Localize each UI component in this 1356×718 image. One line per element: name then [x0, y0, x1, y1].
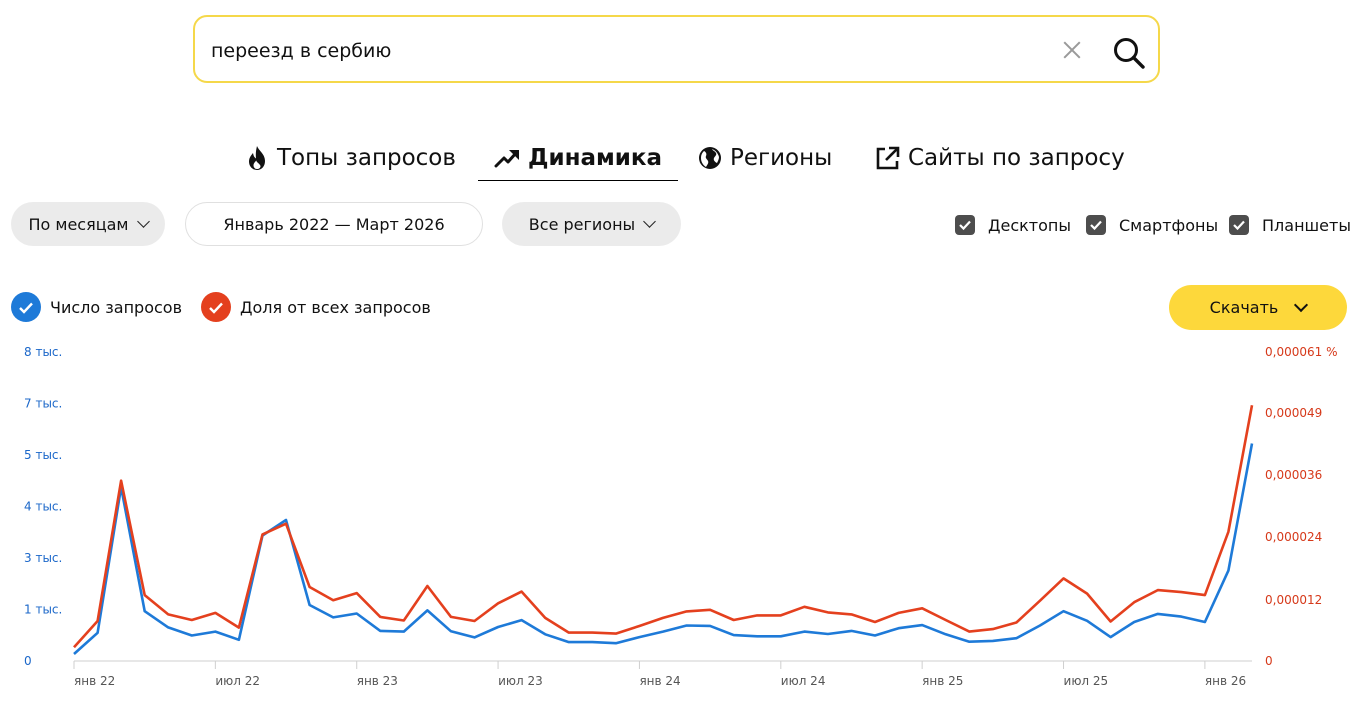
tab-label: Топы запросов: [277, 145, 456, 171]
period-label: По месяцам: [28, 214, 129, 234]
x-tick-label: янв 26: [1205, 674, 1246, 688]
tab-label: Динамика: [528, 145, 663, 171]
globe-icon: [699, 147, 721, 169]
checkbox-smartphones[interactable]: Смартфоны: [1086, 214, 1218, 236]
x-tick-label: июл 22: [215, 674, 260, 688]
checkbox-label: Смартфоны: [1119, 215, 1219, 235]
download-button[interactable]: Скачать: [1169, 285, 1347, 330]
check-circle-icon: [11, 292, 41, 322]
x-tick-label: июл 25: [1064, 674, 1109, 688]
legend-count-label: Число запросов: [50, 297, 182, 317]
chevron-down-icon: [1294, 297, 1309, 313]
tab-sites[interactable]: Сайты по запросу: [875, 140, 1125, 176]
y-left-tick-label: 5 тыс.: [24, 448, 62, 462]
tabs-bar: Топы запросов Динамика Регионы Сайты по …: [0, 140, 1356, 181]
y-left-tick-label: 0: [24, 654, 32, 668]
x-tick-label: янв 24: [639, 674, 680, 688]
fire-icon: [249, 146, 265, 170]
y-right-tick-label: 0,000061 %: [1265, 345, 1337, 359]
check-circle-icon: [201, 292, 231, 322]
legend-share-label: Доля от всех запросов: [240, 297, 431, 317]
x-tick-label: июл 23: [498, 674, 543, 688]
tab-label: Сайты по запросу: [908, 145, 1125, 171]
legend-share-toggle[interactable]: Доля от всех запросов: [201, 291, 431, 323]
region-label: Все регионы: [528, 214, 636, 234]
search-box[interactable]: переезд в сербию: [193, 15, 1160, 83]
tab-label: Регионы: [730, 145, 833, 171]
x-tick-label: янв 23: [357, 674, 398, 688]
x-tick-label: июл 24: [781, 674, 826, 688]
y-right-tick-label: 0,000024: [1265, 530, 1322, 544]
series-line-count: [73, 443, 1254, 655]
tab-active-underline: [478, 180, 679, 181]
checkbox-checked-icon: [1229, 215, 1249, 235]
clear-icon[interactable]: [1059, 37, 1085, 63]
search-icon[interactable]: [1112, 36, 1146, 70]
tab-top-queries[interactable]: Топы запросов: [245, 140, 456, 176]
region-select[interactable]: Все регионы: [502, 202, 681, 246]
date-range-picker[interactable]: Январь 2022 — Март 2026: [185, 202, 483, 246]
checkbox-tablets[interactable]: Планшеты: [1229, 214, 1351, 236]
trend-icon: [494, 150, 519, 168]
date-range-label: Январь 2022 — Март 2026: [223, 214, 445, 234]
y-right-tick-label: 0,000036: [1265, 468, 1322, 482]
y-left-tick-label: 7 тыс.: [24, 397, 62, 411]
dynamics-chart: 0 1 тыс. 3 тыс. 4 тыс. 5 тыс. 7 тыс. 8 тыс. 0 0,…: [24, 345, 1337, 688]
x-tick-label: янв 25: [922, 674, 963, 688]
checkbox-label: Планшеты: [1262, 215, 1351, 235]
period-select[interactable]: По месяцам: [11, 202, 165, 246]
y-left-tick-label: 3 тыс.: [24, 551, 62, 565]
chevron-down-icon: [643, 215, 657, 228]
checkbox-checked-icon: [955, 215, 975, 235]
checkbox-label: Десктопы: [988, 215, 1072, 235]
y-right-tick-label: 0: [1265, 654, 1273, 668]
search-input[interactable]: переезд в сербию: [211, 40, 391, 62]
series-line-share: [73, 404, 1254, 649]
tab-dynamics[interactable]: Динамика: [478, 140, 679, 181]
checkbox-desktops[interactable]: Десктопы: [955, 214, 1071, 236]
tab-regions[interactable]: Регионы: [698, 140, 832, 176]
download-label: Скачать: [1209, 298, 1279, 317]
y-left-tick-label: 4 тыс.: [24, 500, 62, 514]
external-link-icon: [876, 146, 900, 169]
legend-count-toggle[interactable]: Число запросов: [11, 291, 182, 323]
chevron-down-icon: [136, 215, 150, 228]
y-right-tick-label: 0,000012: [1265, 593, 1322, 607]
y-left-tick-label: 1 тыс.: [24, 603, 62, 617]
y-left-tick-label: 8 тыс.: [24, 345, 62, 359]
checkbox-checked-icon: [1086, 215, 1106, 235]
x-tick-label: янв 22: [74, 674, 115, 688]
y-right-tick-label: 0,000049: [1265, 406, 1322, 420]
